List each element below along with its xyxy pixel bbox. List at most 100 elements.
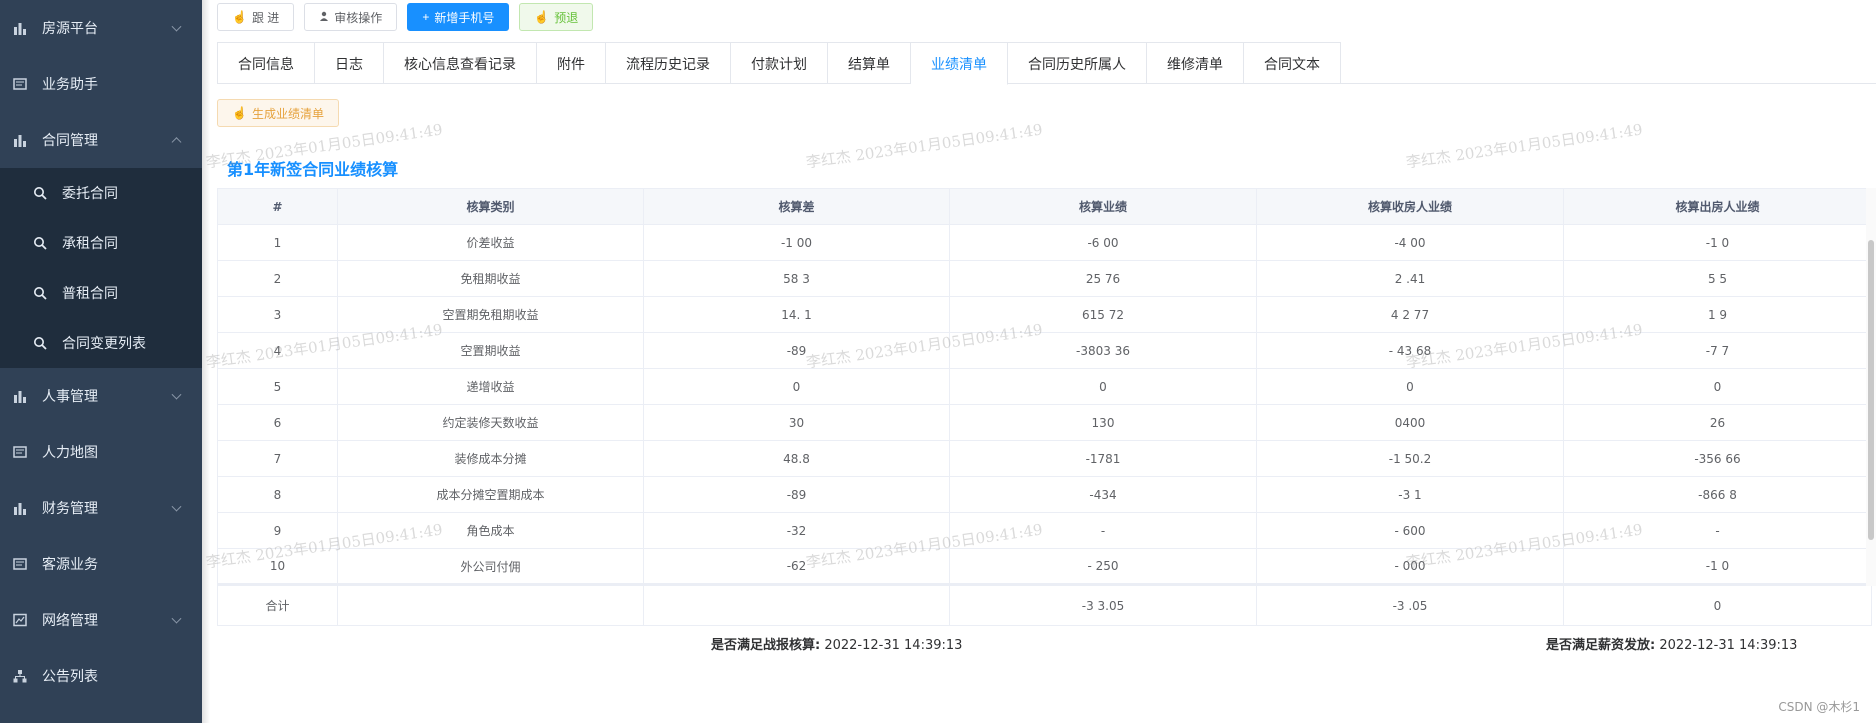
table-cell: 约定装修天数收益 (337, 404, 644, 441)
table-cell: 1 (217, 224, 338, 261)
sidebar-item-label: 业务助手 (42, 77, 98, 93)
sidebar-item-housing-platform[interactable]: 房源平台 (0, 0, 202, 56)
audit-label: 审核操作 (334, 10, 383, 25)
table-cell: 0 (949, 368, 1257, 405)
table-cell: 9 (217, 512, 338, 549)
table-total-cell (643, 583, 950, 626)
sidebar-item-label: 财务管理 (42, 501, 98, 517)
column-header: 核算差 (643, 188, 950, 225)
table-cell: 免租期收益 (337, 260, 644, 297)
search-icon (32, 235, 48, 251)
sidebar-item-label: 房源平台 (42, 21, 98, 37)
table-cell: - 000 (1256, 548, 1564, 585)
scrollbar-thumb[interactable] (1868, 240, 1874, 540)
tab-attachments[interactable]: 附件 (537, 43, 606, 84)
table-row: 8 成本分摊空置期成本 -89 -434 -3 1 -866 8 (217, 476, 1872, 513)
table-cell: 14. 1 (643, 296, 950, 333)
table-cell: 25 76 (949, 260, 1257, 297)
tab-contract-owner-history[interactable]: 合同历史所属人 (1008, 43, 1147, 84)
table-cell: 0 (643, 368, 950, 405)
table-row: 9 角色成本 -32- - 600- (217, 512, 1872, 549)
tab-divider (217, 83, 1876, 84)
table-total-cell: -3 .05 (1256, 583, 1564, 626)
table-cell: - 250 (949, 548, 1257, 585)
tab-contract-info[interactable]: 合同信息 (218, 43, 315, 84)
table-cell: -356 66 (1563, 440, 1872, 477)
form-icon (12, 556, 28, 572)
tab-process-history[interactable]: 流程历史记录 (606, 43, 731, 84)
table-cell: 装修成本分摊 (337, 440, 644, 477)
sidebar-item-lease-contract[interactable]: 承租合同 (0, 218, 202, 268)
table-row: 2 免租期收益 58 3 25 76 2 .41 5 5 (217, 260, 1872, 297)
follow-up-label: 跟 进 (251, 10, 280, 25)
sidebar-item-announcement-list[interactable]: 公告列表 (0, 648, 202, 704)
thumb-icon: ☝ (232, 10, 247, 24)
tab-settlement[interactable]: 结算单 (828, 43, 911, 84)
table-cell: 角色成本 (337, 512, 644, 549)
sidebar-item-label: 委托合同 (62, 186, 118, 202)
tab-contract-text[interactable]: 合同文本 (1244, 43, 1340, 84)
battle-report-label: 是否满足战报核算: (711, 638, 821, 653)
table-row: 3 空置期免租期收益 14. 1 615 72 4 2 77 1 9 (217, 296, 1872, 333)
tab-repair-list[interactable]: 维修清单 (1147, 43, 1244, 84)
sidebar-item-business-assistant[interactable]: 业务助手 (0, 56, 202, 112)
sidebar-item-label: 网络管理 (42, 613, 98, 629)
column-header: 核算业绩 (949, 188, 1257, 225)
sidebar-item-contract-management[interactable]: 合同管理 (0, 112, 202, 168)
bar-chart-icon (12, 132, 28, 148)
sidebar-item-hr-map[interactable]: 人力地图 (0, 424, 202, 480)
table-cell: -6 00 (949, 224, 1257, 261)
table-cell: -1 0 (1563, 224, 1872, 261)
table-header-row: # 核算类别 核算差 核算业绩 核算收房人业绩 核算出房人业绩 (217, 188, 1872, 225)
column-header: 核算收房人业绩 (1256, 188, 1564, 225)
sidebar-item-customer-business[interactable]: 客源业务 (0, 536, 202, 592)
plus-icon: + (422, 10, 430, 24)
bar-chart-icon (12, 20, 28, 36)
salary-label: 是否满足薪资发放: (1546, 638, 1656, 653)
form-icon (12, 444, 28, 460)
sidebar-item-label: 普租合同 (62, 286, 118, 302)
table-cell: 7 (217, 440, 338, 477)
table-cell: 10 (217, 548, 338, 585)
sidebar-item-label: 人事管理 (42, 389, 98, 405)
table-cell: 2 (217, 260, 338, 297)
picture-icon (12, 612, 28, 628)
sidebar-item-label: 承租合同 (62, 236, 118, 252)
battle-report-value: 2022-12-31 14:39:13 (824, 638, 963, 653)
tab-log[interactable]: 日志 (315, 43, 384, 84)
chevron-down-icon (171, 501, 182, 512)
chevron-down-icon (171, 613, 182, 624)
table-cell: 成本分摊空置期成本 (337, 476, 644, 513)
salary-value: 2022-12-31 14:39:13 (1659, 638, 1798, 653)
follow-up-button[interactable]: ☝ 跟 进 (217, 3, 295, 31)
battle-report-check: 是否满足战报核算: 2022-12-31 14:39:13 (711, 634, 962, 653)
table-cell: - 600 (1256, 512, 1564, 549)
sidebar-item-entrust-contract[interactable]: 委托合同 (0, 168, 202, 218)
search-icon (32, 285, 48, 301)
sidebar-item-regular-lease-contract[interactable]: 普租合同 (0, 268, 202, 318)
table-cell: 58 3 (643, 260, 950, 297)
contract-submenu: 委托合同 承租合同 普租合同 合同变更列表 (0, 168, 202, 368)
sidebar-item-network-management[interactable]: 网络管理 (0, 592, 202, 648)
bar-chart-icon (12, 500, 28, 516)
tab-core-info-records[interactable]: 核心信息查看记录 (384, 43, 537, 84)
tab-payment-plan[interactable]: 付款计划 (731, 43, 828, 84)
app-root: 房源平台 业务助手 合同管理 委托合同 承租合同 普租合同 合同变更列表 人事管… (0, 0, 1876, 723)
pre-refund-button[interactable]: ☝ 预退 (519, 3, 594, 31)
add-phone-button[interactable]: + 新增手机号 (407, 3, 510, 31)
sidebar-item-label: 合同变更列表 (62, 336, 146, 352)
table-cell: -434 (949, 476, 1257, 513)
generate-performance-button[interactable]: ☝ 生成业绩清单 (217, 99, 339, 127)
sidebar-item-hr-management[interactable]: 人事管理 (0, 368, 202, 424)
table-cell: -7 7 (1563, 332, 1872, 369)
table-cell: -32 (643, 512, 950, 549)
audit-button[interactable]: 审核操作 (304, 3, 398, 31)
sidebar-item-label: 客源业务 (42, 557, 98, 573)
tab-performance-list[interactable]: 业绩清单 (911, 43, 1008, 85)
thumb-icon: ☝ (232, 106, 247, 120)
table-cell: -4 00 (1256, 224, 1564, 261)
sidebar-item-label: 公告列表 (42, 669, 98, 685)
sidebar-item-contract-change-list[interactable]: 合同变更列表 (0, 318, 202, 368)
sidebar-item-label: 合同管理 (42, 133, 98, 149)
sidebar-item-finance-management[interactable]: 财务管理 (0, 480, 202, 536)
